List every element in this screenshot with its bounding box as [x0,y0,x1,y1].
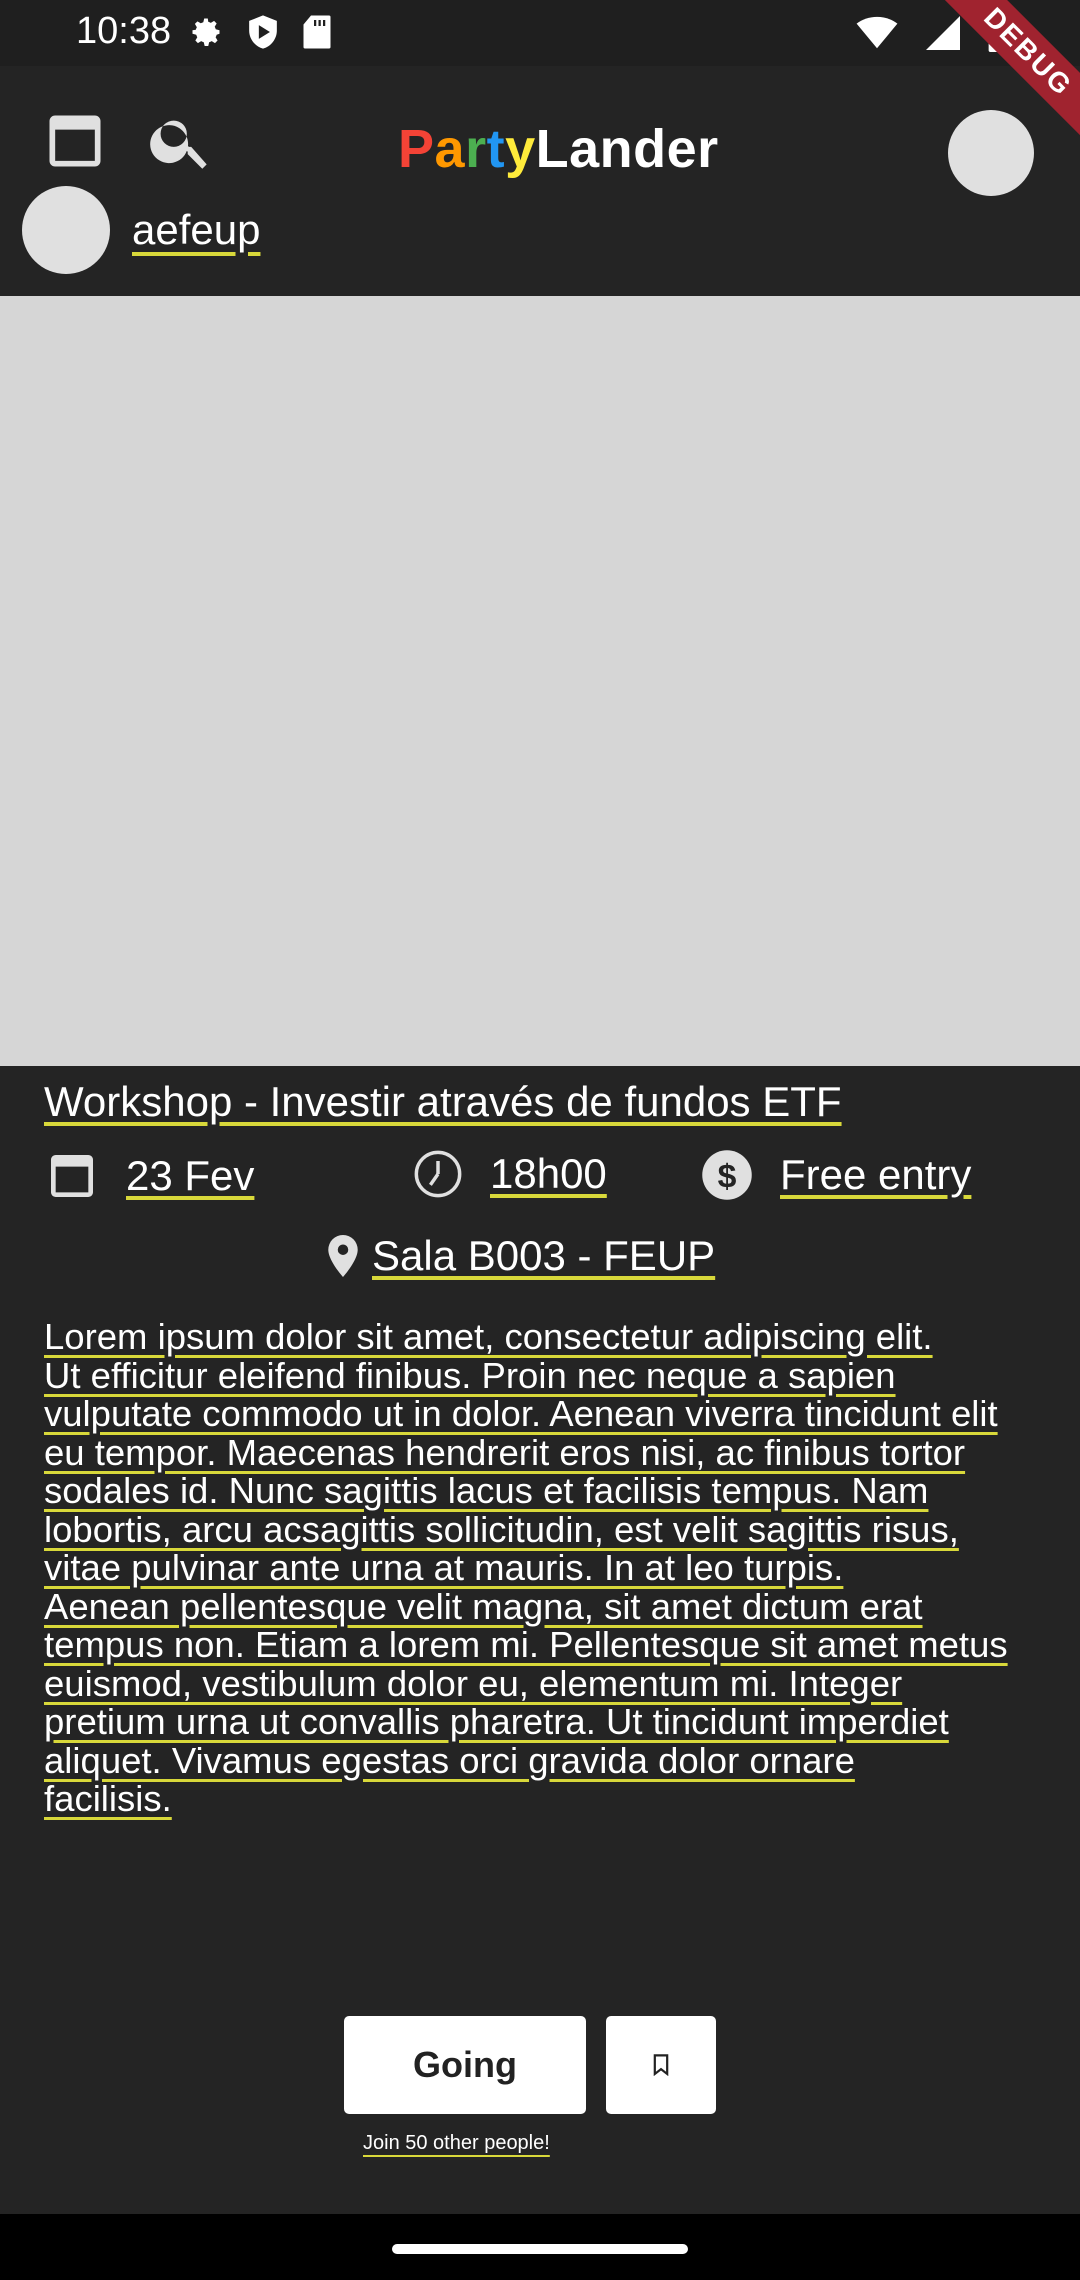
search-button[interactable] [146,106,216,176]
logo-party-text: Party [398,119,536,179]
system-nav-bar [0,2214,1080,2280]
event-date: 23 Fev [44,1148,254,1204]
play-protect-icon [249,15,277,49]
calendar-icon [49,115,101,167]
status-bar: 10:38 [0,0,1080,66]
going-button[interactable]: Going [344,2016,586,2114]
event-location-text[interactable]: Sala B003 - FEUP [372,1232,715,1280]
settings-icon [192,18,220,46]
logo-letter: r [465,119,487,179]
bookmark-button[interactable] [606,2016,716,2114]
organizer-name[interactable]: aefeup [132,206,260,254]
logo-letter: P [398,119,435,179]
logo-letter: t [486,119,506,179]
event-info-row: 23 Fev 18h00 $ Free entry [44,1148,1044,1208]
logo-lander-text: Lander [535,119,719,179]
join-count-text[interactable]: Join 50 other people! [363,2132,550,2155]
home-indicator[interactable] [392,2244,688,2254]
profile-avatar[interactable] [948,110,1034,196]
sd-card-icon [303,15,331,49]
app-logo: PartyLander [398,118,719,180]
location-pin-icon [328,1235,358,1277]
logo-letter: a [434,119,466,179]
svg-text:$: $ [718,1157,737,1195]
event-date-text: 23 Fev [126,1152,255,1199]
event-time-text: 18h00 [490,1150,607,1197]
clock-icon [414,1150,462,1198]
status-icons-left [188,14,332,50]
event-title: Workshop - Investir através de fundos ET… [44,1078,842,1125]
event-description: Lorem ipsum dolor sit amet, consectetur … [44,1316,1008,1819]
status-time: 10:38 [76,10,172,52]
event-time: 18h00 [412,1148,607,1200]
event-price: $ Free entry [700,1148,971,1202]
event-detail-screen: 10:38 DEBUG PartyLander aefeup Workshop [0,0,1080,2280]
organizer-row[interactable]: aefeup [22,186,260,274]
event-image [0,296,1080,1066]
dollar-icon: $ [702,1150,752,1200]
calendar-icon [51,1155,93,1197]
signal-icon [926,16,960,50]
search-icon [150,120,207,169]
organizer-avatar[interactable] [22,186,110,274]
app-bar: PartyLander aefeup [0,66,1080,296]
wifi-icon [856,16,898,49]
event-location[interactable]: Sala B003 - FEUP [328,1232,715,1280]
event-price-text: Free entry [780,1151,972,1198]
calendar-button[interactable] [40,106,110,176]
logo-letter: y [505,119,536,179]
bookmark-icon [653,2054,669,2076]
